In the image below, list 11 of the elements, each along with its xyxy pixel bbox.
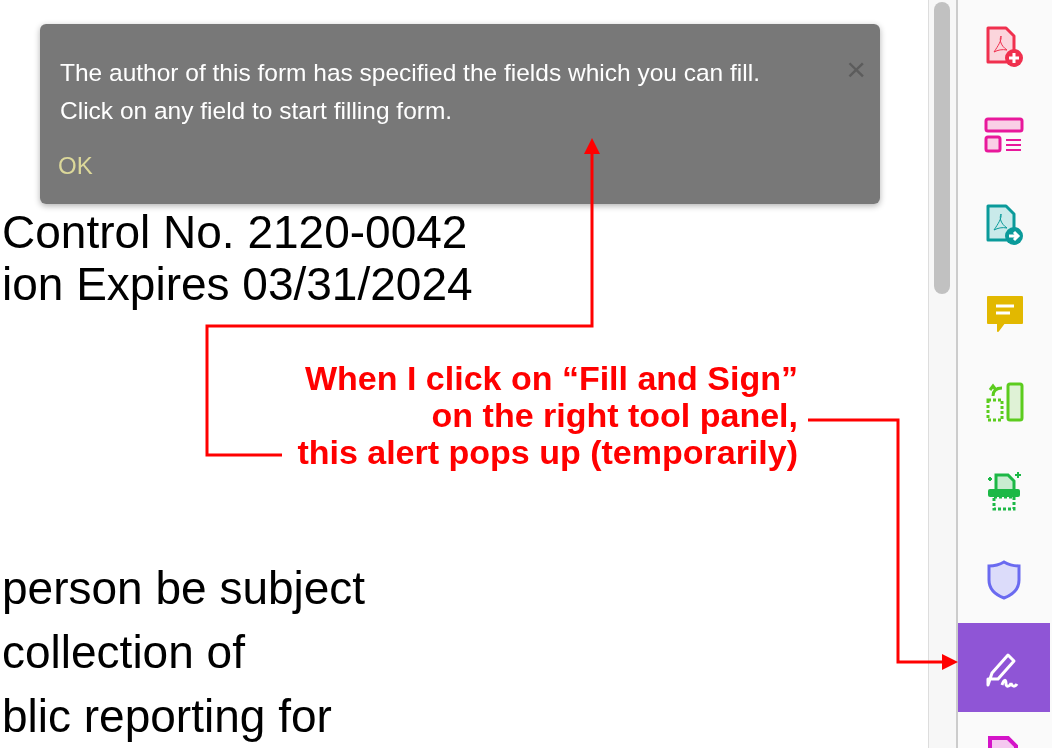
alert-message: The author of this form has specified the fields which you can fill. Click on any field to start filling form.	[60, 58, 761, 126]
annotation-text: When I click on “Fill and Sign” on the right tool panel, this alert pops up (temporarily)	[296, 360, 798, 471]
document-text: ion Expires 03/31/2024	[2, 258, 473, 310]
document-text: blic reporting for	[2, 689, 332, 744]
close-button[interactable]: ×	[846, 52, 866, 86]
tool-button[interactable]	[958, 623, 1050, 712]
scrollbar-thumb[interactable]	[934, 2, 950, 294]
ok-button[interactable]: OK	[58, 152, 93, 180]
document-text: collection of	[2, 625, 245, 680]
document-text: person be subject	[2, 561, 366, 616]
document-text: Control No. 2120-0042	[2, 206, 468, 258]
